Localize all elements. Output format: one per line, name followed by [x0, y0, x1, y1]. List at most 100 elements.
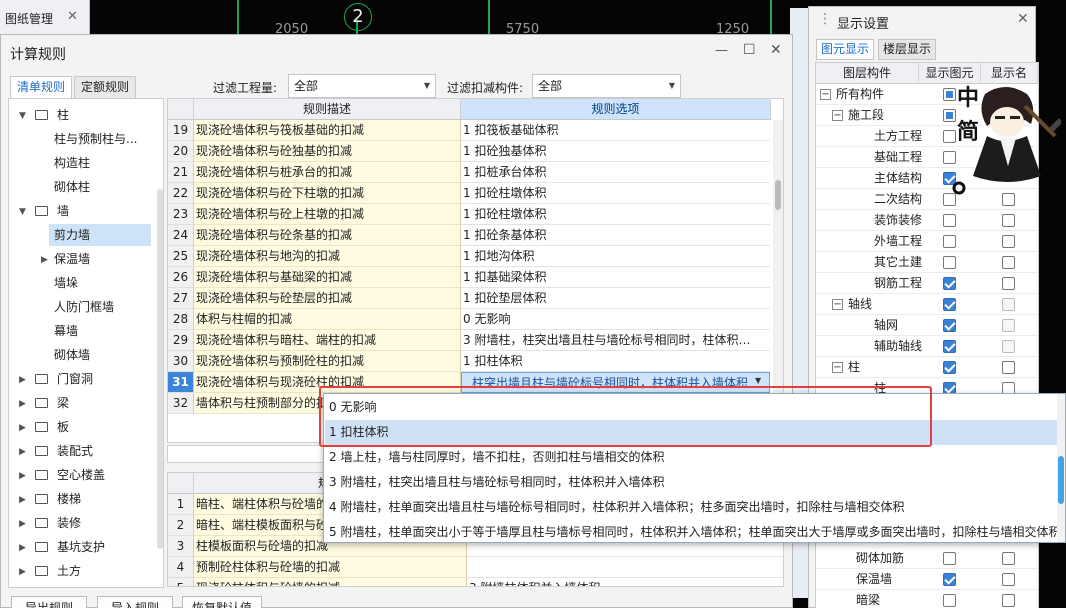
tree-item[interactable]: ▶ 土方 [9, 560, 155, 582]
chevron-right-icon[interactable]: ▶ [19, 441, 26, 463]
export-rules-button[interactable]: 导出规则 [11, 596, 87, 608]
chevron-down-icon[interactable]: ▼ [755, 376, 761, 385]
tree-scrollbar[interactable] [157, 189, 163, 549]
chevron-right-icon[interactable]: ▶ [19, 417, 26, 439]
row-number[interactable]: 32 [168, 393, 194, 414]
tree-item[interactable]: 墙垛 [49, 272, 151, 294]
tree-item[interactable]: ▶ 空心楼盖 [9, 464, 155, 486]
filter-qty-select[interactable]: 全部 ▼ [288, 74, 436, 98]
tree-item[interactable]: 砌体墙 [49, 344, 151, 366]
layer-row[interactable]: 暗梁 [816, 590, 1038, 608]
checkbox[interactable] [943, 552, 956, 565]
minimize-icon[interactable]: — [715, 43, 728, 58]
checkbox[interactable] [943, 277, 956, 290]
rule-option-cell[interactable]: 1 扣砼柱墩体积 [461, 183, 770, 204]
row-number[interactable]: 27 [168, 288, 194, 309]
tree-item[interactable]: 砌体柱 [49, 176, 151, 198]
chevron-right-icon[interactable]: ▶ [19, 393, 26, 415]
layer-row[interactable]: − 柱 [816, 357, 1038, 378]
tree-item[interactable]: 人防门框墙 [49, 296, 151, 318]
collapse-icon[interactable]: − [820, 89, 831, 100]
scrollbar-thumb[interactable] [775, 180, 781, 210]
rule-option-cell[interactable] [467, 557, 783, 578]
layer-row[interactable]: 辅助轴线 [816, 336, 1038, 357]
tree-item[interactable]: 柱与预制柱与... [49, 128, 151, 150]
rule-option-cell[interactable]: 1 扣基础梁体积 [461, 267, 770, 288]
row-number[interactable]: 20 [168, 141, 194, 162]
rule-option-cell[interactable]: 1 扣柱体积 [461, 351, 770, 372]
chevron-right-icon[interactable]: ▶ [19, 537, 26, 559]
row-number[interactable]: 24 [168, 225, 194, 246]
checkbox[interactable] [943, 361, 956, 374]
checkbox[interactable] [943, 214, 956, 227]
row-number[interactable]: 5 [168, 578, 194, 586]
rule-option-dropdown[interactable]: 0 无影响 1 扣柱体积 2 墙上柱，墙与柱同厚时，墙不扣柱，否则扣柱与墙相交的体积… [323, 393, 1066, 543]
chevron-right-icon[interactable]: ▶ [19, 369, 26, 391]
dropdown-option[interactable]: 4 附墙柱，柱单面突出墙且柱与墙砼标号相同时，柱体积并入墙体积；柱多面突出墙时，… [325, 495, 1058, 520]
chevron-right-icon[interactable]: ▶ [19, 489, 26, 511]
scrollbar-thumb[interactable] [1058, 456, 1064, 504]
checkbox[interactable] [943, 573, 956, 586]
tab-element-display[interactable]: 图元显示 [816, 39, 875, 60]
tree-item[interactable]: ▼ 墙 [9, 200, 155, 222]
row-number[interactable]: 25 [168, 246, 194, 267]
dropdown-option[interactable]: 0 无影响 [325, 395, 1058, 420]
tree-item[interactable]: 幕墙 [49, 320, 151, 342]
close-icon[interactable]: ✕ [770, 42, 782, 58]
rule-option-cell[interactable]: 1 扣筏板基础体积 [461, 120, 770, 141]
rule-option-cell[interactable]: 3 附墙柱，柱突出墙且柱与墙砼标号相同时，柱体积… [461, 330, 770, 351]
dropdown-option[interactable]: 1 扣柱体积 [325, 420, 1058, 445]
checkbox[interactable] [1002, 277, 1015, 290]
tab-floor-display[interactable]: 楼层显示 [878, 39, 937, 60]
checkbox[interactable] [1002, 552, 1015, 565]
dropdown-option[interactable]: 3 附墙柱，柱突出墙且柱与墙砼标号相同时，柱体积并入墙体积 [325, 470, 1058, 495]
grid-header-option[interactable]: 规则选项 [461, 99, 771, 120]
layer-row[interactable]: 装饰装修 [816, 210, 1038, 231]
drag-handle-icon[interactable]: ⋮ [818, 11, 832, 27]
filter-comp-select[interactable]: 全部 ▼ [532, 74, 681, 98]
row-number[interactable]: 4 [168, 557, 194, 578]
layer-row[interactable]: 轴网 [816, 315, 1038, 336]
rules-grid[interactable]: 规则描述 规则选项 19 现浇砼墙体积与筏板基础的扣减 1 扣筏板基础体积 20 现浇砼… [167, 98, 784, 443]
tree-item[interactable]: 构造柱 [49, 152, 151, 174]
chevron-right-icon[interactable]: ▶ [41, 249, 48, 271]
component-tree[interactable]: ▼ 柱柱与预制柱与... 构造柱 砌体柱 ▼ 墙剪力墙 ▶ 保温墙 墙垛 人防门框墙 幕墙 砌体墙 ▶ 门… [8, 98, 164, 588]
rule-option-cell[interactable]: 3 附墙柱体积并入墙体积 [467, 578, 783, 586]
checkbox[interactable] [1002, 361, 1015, 374]
row-number[interactable]: 22 [168, 183, 194, 204]
collapse-icon[interactable]: − [832, 110, 843, 121]
dropdown-option[interactable]: 2 墙上柱，墙与柱同厚时，墙不扣柱，否则扣柱与墙相交的体积 [325, 445, 1058, 470]
rule-option-cell[interactable]: 1 扣砼独基体积 [461, 141, 770, 162]
restore-default-button[interactable]: 恢复默认值 [182, 596, 262, 608]
row-number[interactable]: 29 [168, 330, 194, 351]
chevron-down-icon[interactable]: ▼ [19, 105, 26, 127]
rule-option-cell[interactable]: 1 扣桩承台体积 [461, 162, 770, 183]
row-number[interactable]: 23 [168, 204, 194, 225]
tree-item[interactable]: ▶ 板 [9, 416, 155, 438]
close-icon[interactable]: ✕ [67, 9, 78, 24]
checkbox[interactable] [943, 340, 956, 353]
dropdown-option[interactable]: 5 附墙柱，柱单面突出小于等于墙厚且柱与墙标号相同时，柱体积并入墙体积；柱单面突… [325, 520, 1058, 545]
layer-row[interactable]: − 轴线 [816, 294, 1038, 315]
row-number[interactable]: 26 [168, 267, 194, 288]
layer-row[interactable]: 保温墙 [816, 569, 1038, 590]
collapse-icon[interactable]: − [832, 362, 843, 373]
grid-header-desc[interactable]: 规则描述 [194, 99, 461, 120]
drawing-manager-tab[interactable]: 图纸管理 ✕ [0, 0, 90, 34]
checkbox[interactable] [943, 594, 956, 607]
tree-item[interactable]: ▶ 楼梯 [9, 488, 155, 510]
rule-option-cell[interactable]: 0 无影响 [461, 309, 770, 330]
checkbox[interactable] [1002, 256, 1015, 269]
tab-quota-rules[interactable]: 定额规则 [74, 76, 137, 98]
row-number[interactable]: 30 [168, 351, 194, 372]
rule-option-cell[interactable]: 1 扣砼柱墩体积 [461, 204, 770, 225]
row-number[interactable]: 2 [168, 515, 194, 536]
tab-list-rules[interactable]: 清单规则 [10, 76, 73, 99]
tree-item[interactable]: 剪力墙 [49, 224, 151, 246]
chevron-right-icon[interactable]: ▶ [19, 513, 26, 535]
rule-option-cell[interactable]: 1 扣地沟体积 [461, 246, 770, 267]
import-rules-button[interactable]: 导入规则 [97, 596, 173, 608]
dropdown-scrollbar[interactable] [1057, 394, 1065, 542]
row-number[interactable]: 28 [168, 309, 194, 330]
layer-row[interactable]: 钢筋工程 [816, 273, 1038, 294]
